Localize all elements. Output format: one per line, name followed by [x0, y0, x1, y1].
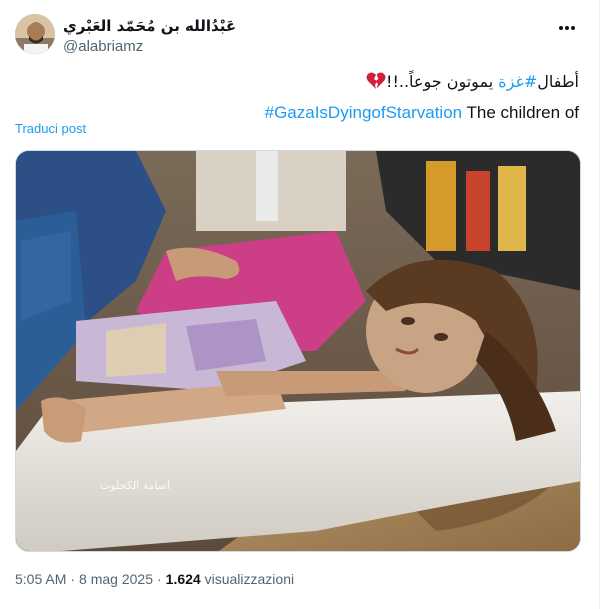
tweet-english-text: The children of [462, 103, 579, 122]
avatar[interactable] [15, 14, 55, 54]
more-dots-icon [559, 26, 575, 30]
hashtag-gaza-arabic[interactable]: #غزة [498, 72, 537, 91]
views-count: 1.624 [165, 571, 201, 587]
tweet-time[interactable]: 5:05 AM [15, 571, 66, 587]
tweet-text: يموتون جوعاً..!!#غزةأطفال #GazaIsDyingof… [15, 68, 579, 127]
photo-watermark: اسامة الكحلوت [100, 479, 171, 492]
tweet-date[interactable]: 8 mag 2025 [79, 571, 153, 587]
meta-separator: · [157, 571, 162, 587]
translate-post-link[interactable]: Traduci post [15, 121, 86, 136]
tweet-card: عَبْدُالله بن مُحَمّد العَبْري @alabriam… [0, 0, 600, 609]
tweet-arabic-text: يموتون جوعاً..!! [386, 72, 499, 91]
broken-heart-icon [366, 71, 386, 99]
author-display-name[interactable]: عَبْدُالله بن مُحَمّد العَبْري [63, 16, 236, 36]
views-label: visualizzazioni [200, 571, 295, 587]
meta-separator: · [70, 571, 76, 587]
tweet-photo[interactable]: اسامة الكحلوت [15, 150, 581, 552]
tweet-meta: 5:05 AM · 8 mag 2025 · 1.624 visualizzazioni [15, 571, 294, 587]
tweet-line-arabic: يموتون جوعاً..!!#غزةأطفال [15, 68, 579, 99]
hashtag-gaza-starvation[interactable]: #GazaIsDyingofStarvation [265, 103, 463, 122]
author-handle[interactable]: @alabriamz [63, 37, 236, 57]
tweet-line-english: #GazaIsDyingofStarvation The children of [15, 99, 579, 127]
author-block: عَبْدُالله بن مُحَمّد العَبْري @alabriam… [63, 16, 236, 57]
tweet-arabic-prefix: أطفال [537, 72, 579, 91]
more-options-button[interactable] [553, 16, 581, 40]
profile-photo-icon [15, 14, 55, 54]
